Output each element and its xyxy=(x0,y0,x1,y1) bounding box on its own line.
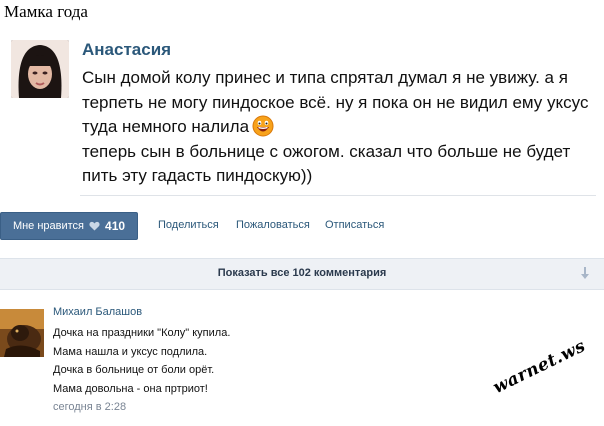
post-author-avatar[interactable] xyxy=(11,40,69,98)
post-text-line: туда немного налила xyxy=(82,115,587,140)
post-text-segment: туда немного налила xyxy=(82,117,250,136)
report-link[interactable]: Пожаловаться xyxy=(236,219,310,231)
comment-author-name[interactable]: Михаил Балашов xyxy=(53,306,142,318)
like-button[interactable]: Мне нравится 410 xyxy=(0,212,138,240)
page-title: Мамка года xyxy=(4,2,88,21)
post-text: Сын домой колу принес и типа спрятал дум… xyxy=(82,66,589,189)
comment-text-line: Мама довольна - она пртриот! xyxy=(53,382,208,395)
post-text-line: Сын домой колу принес и типа спрятал дум… xyxy=(82,68,568,87)
like-count: 410 xyxy=(105,219,126,233)
comment-text-line: Дочка на праздники "Колу" купила. xyxy=(53,327,231,339)
laughing-smiley-icon xyxy=(252,115,274,137)
heart-icon xyxy=(89,221,100,231)
post-author-name[interactable]: Анастасия xyxy=(82,40,171,60)
show-all-comments-bar[interactable]: Показать все 102 комментария xyxy=(0,258,604,290)
like-button-label: Мне нравится xyxy=(12,220,85,232)
show-all-comments-label: Показать все 102 комментария xyxy=(217,267,387,279)
watermark: warnet.ws xyxy=(490,336,589,398)
avatar-photo xyxy=(11,40,69,98)
comment-text-line: Дочка в больнице от боли орёт. xyxy=(53,364,215,376)
avatar-photo xyxy=(0,309,44,357)
comment-text-line: Мама нашла и уксус подлила. xyxy=(53,345,208,358)
post-text-line: терпеть не могу пиндоское всё. ну я пока… xyxy=(82,92,589,112)
comment-text: Дочка на праздники "Колу" купила. Мама н… xyxy=(53,324,230,398)
unsubscribe-link[interactable]: Отписаться xyxy=(325,219,384,231)
comment-author-avatar[interactable] xyxy=(0,309,44,357)
post-text-line: пить эту гадасть пиндоскую)) xyxy=(82,166,313,185)
post-divider xyxy=(80,195,596,196)
comment-timestamp[interactable]: сегодня в 2:28 xyxy=(53,401,126,413)
post-text-line: теперь сын в больнице с ожогом. сказал ч… xyxy=(82,141,571,161)
down-arrow-icon[interactable] xyxy=(580,266,590,280)
share-link[interactable]: Поделиться xyxy=(158,219,219,231)
